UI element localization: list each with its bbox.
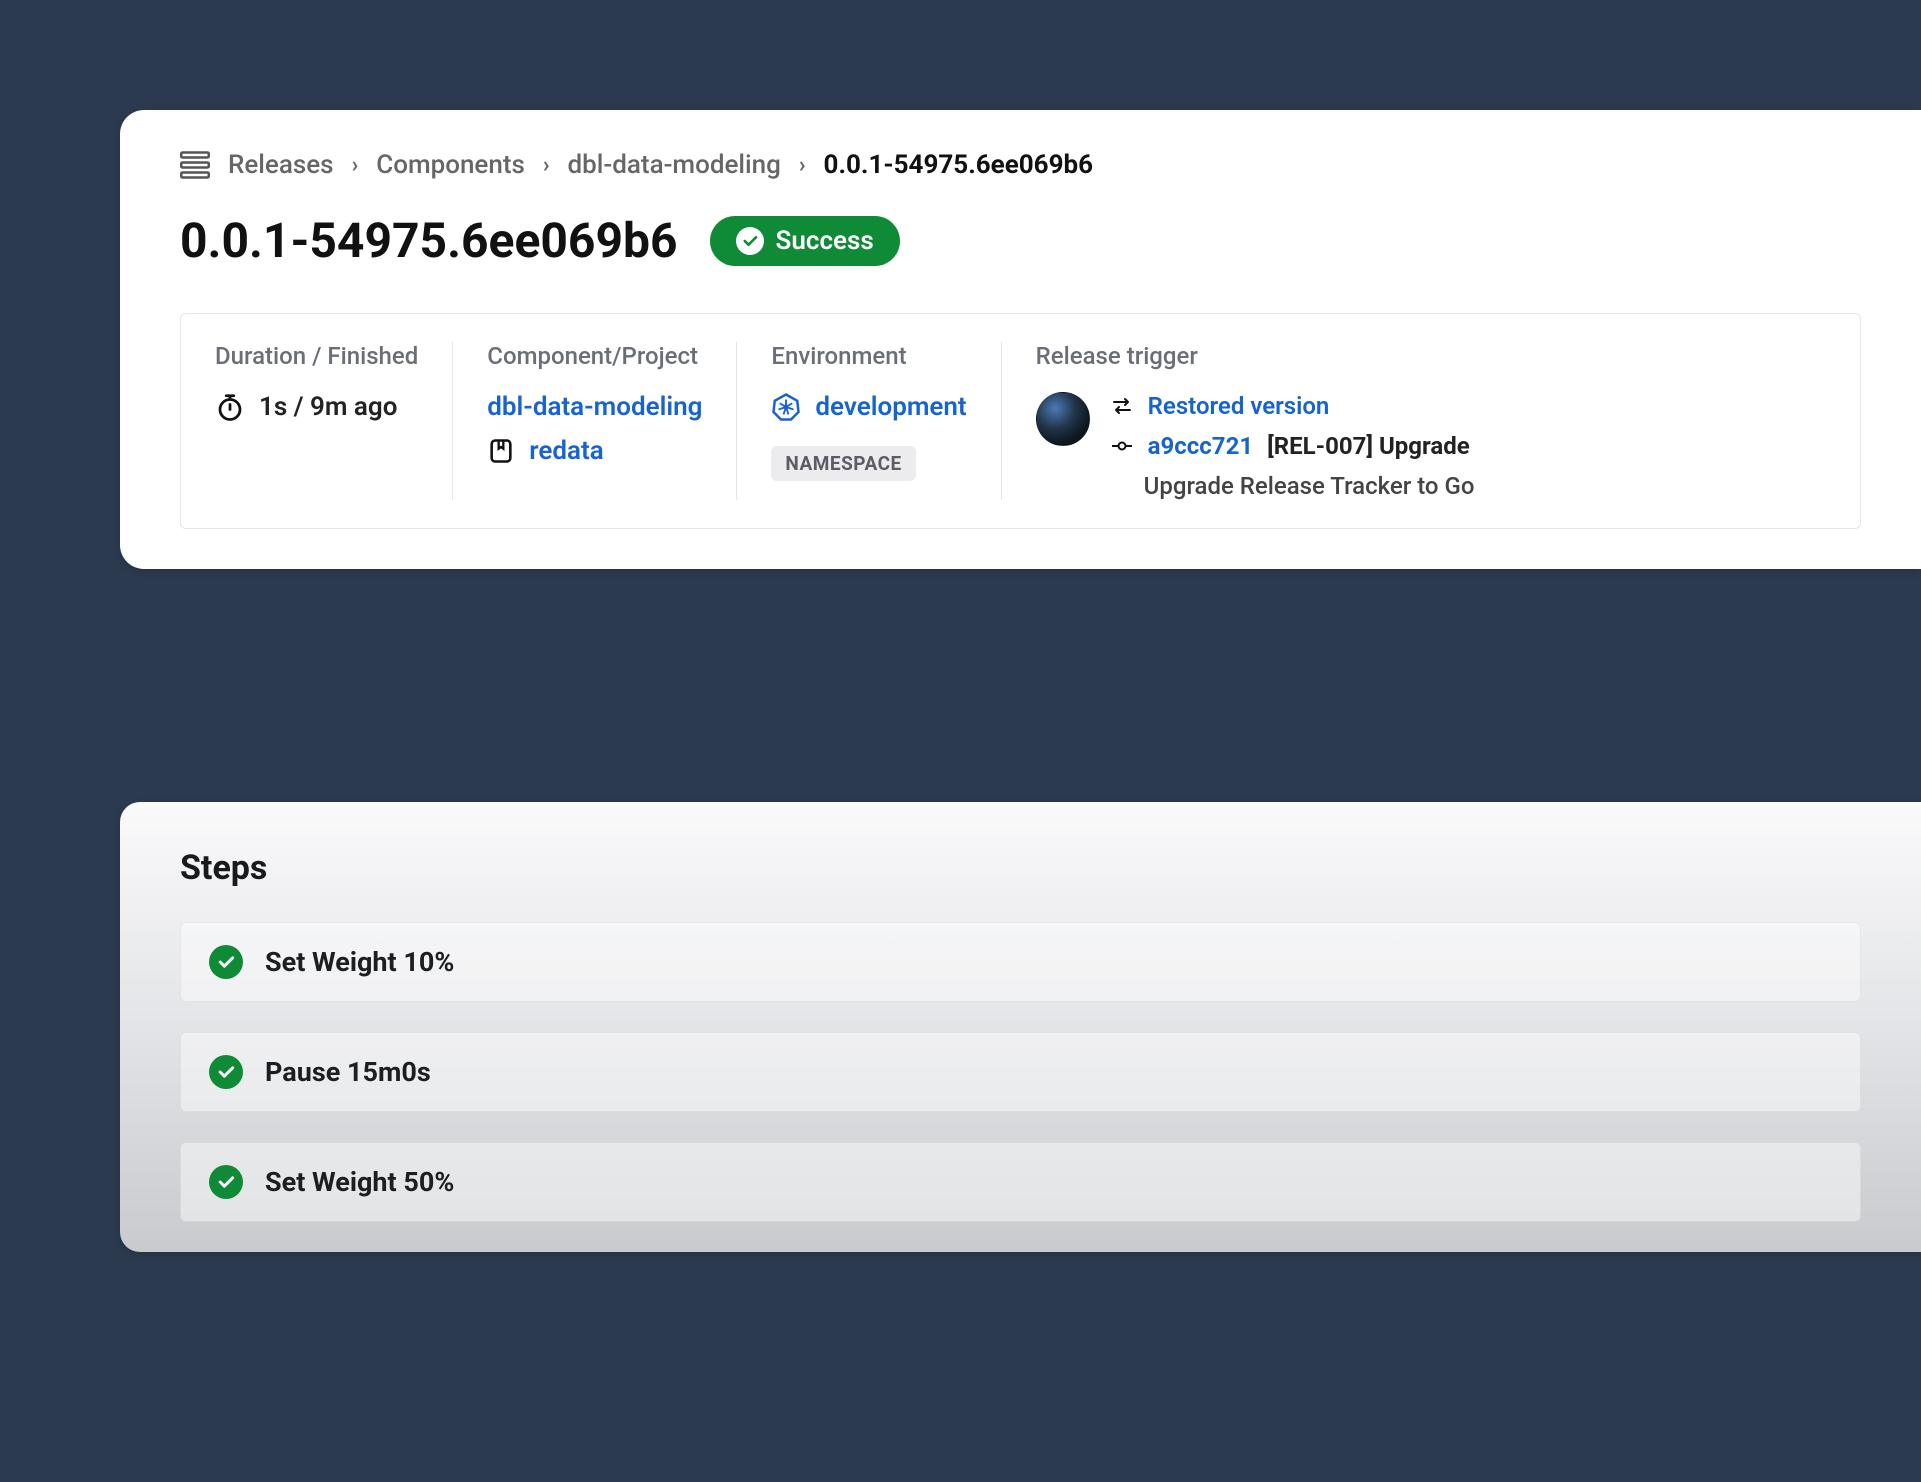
breadcrumb-component-name[interactable]: dbl-data-modeling bbox=[568, 150, 781, 180]
meta-duration: Duration / Finished 1s / 9m ago bbox=[181, 342, 453, 500]
meta-trigger-label: Release trigger bbox=[1036, 342, 1826, 370]
project-link[interactable]: redata bbox=[529, 436, 603, 466]
meta-component: Component/Project dbl-data-modeling reda… bbox=[453, 342, 737, 500]
check-circle-icon bbox=[209, 945, 243, 979]
meta-duration-label: Duration / Finished bbox=[215, 342, 418, 370]
breadcrumb-components[interactable]: Components bbox=[376, 150, 525, 180]
meta-environment-label: Environment bbox=[771, 342, 966, 370]
avatar bbox=[1036, 392, 1090, 446]
step-item[interactable]: Set Weight 50% bbox=[180, 1142, 1861, 1222]
releases-list-icon bbox=[180, 151, 210, 179]
breadcrumb: Releases › Components › dbl-data-modelin… bbox=[180, 150, 1861, 180]
chevron-right-icon: › bbox=[799, 153, 806, 178]
status-label: Success bbox=[776, 226, 874, 256]
meta-duration-value: 1s / 9m ago bbox=[259, 392, 397, 422]
meta-box: Duration / Finished 1s / 9m ago Componen… bbox=[180, 313, 1861, 529]
step-item[interactable]: Pause 15m0s bbox=[180, 1032, 1861, 1112]
release-summary-card: Releases › Components › dbl-data-modelin… bbox=[120, 110, 1921, 569]
steps-card: Steps Set Weight 10% Pause 15m0s Set Wei… bbox=[120, 802, 1921, 1252]
environment-link[interactable]: development bbox=[815, 392, 966, 422]
step-item[interactable]: Set Weight 10% bbox=[180, 922, 1861, 1002]
step-label: Pause 15m0s bbox=[265, 1056, 431, 1088]
chevron-right-icon: › bbox=[543, 153, 550, 178]
steps-title: Steps bbox=[180, 848, 1861, 888]
commit-icon bbox=[1110, 434, 1134, 458]
meta-trigger: Release trigger Restored version bbox=[1002, 342, 1860, 500]
page-title: 0.0.1-54975.6ee069b6 bbox=[180, 212, 678, 269]
check-circle-icon bbox=[209, 1055, 243, 1089]
restored-version-link[interactable]: Restored version bbox=[1148, 392, 1330, 420]
bookmark-icon bbox=[487, 437, 515, 465]
kubernetes-icon bbox=[771, 392, 801, 422]
check-circle-icon bbox=[209, 1165, 243, 1199]
breadcrumb-releases[interactable]: Releases bbox=[228, 150, 334, 180]
commit-subtitle: Upgrade Release Tracker to Go bbox=[1144, 472, 1475, 500]
status-badge: Success bbox=[710, 216, 900, 266]
chevron-right-icon: › bbox=[352, 153, 359, 178]
step-label: Set Weight 50% bbox=[265, 1166, 454, 1198]
stopwatch-icon bbox=[215, 392, 245, 422]
meta-environment: Environment development NAMESPACE bbox=[737, 342, 1001, 500]
meta-component-label: Component/Project bbox=[487, 342, 702, 370]
component-link[interactable]: dbl-data-modeling bbox=[487, 392, 702, 422]
swap-arrows-icon bbox=[1110, 394, 1134, 418]
step-label: Set Weight 10% bbox=[265, 946, 454, 978]
title-row: 0.0.1-54975.6ee069b6 Success bbox=[180, 212, 1861, 269]
breadcrumb-version: 0.0.1-54975.6ee069b6 bbox=[824, 150, 1094, 180]
commit-title: [REL-007] Upgrade bbox=[1267, 432, 1470, 460]
namespace-badge: NAMESPACE bbox=[771, 446, 915, 481]
commit-hash-link[interactable]: a9ccc721 bbox=[1148, 432, 1253, 460]
check-circle-icon bbox=[736, 227, 764, 255]
